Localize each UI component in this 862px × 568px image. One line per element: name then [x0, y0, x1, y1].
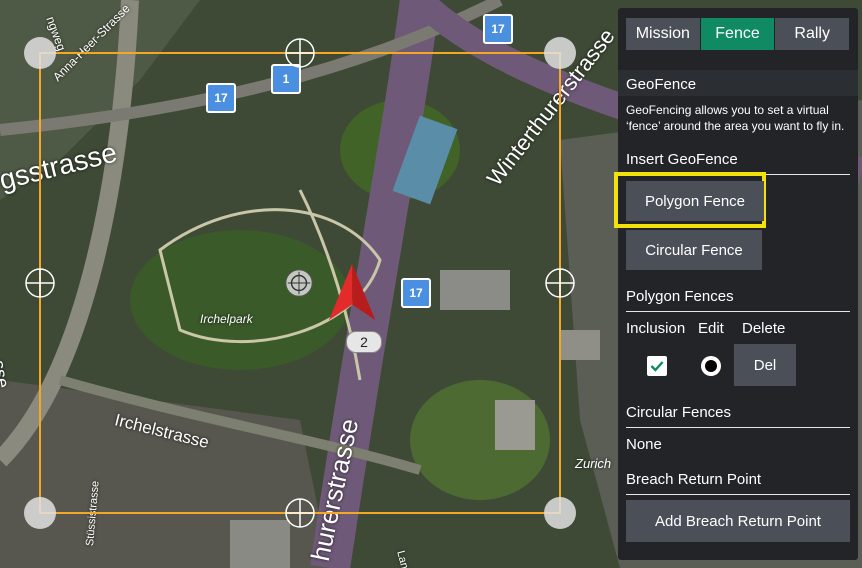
circular-fences-none: None	[626, 436, 662, 453]
fence-vertex-handle[interactable]	[544, 497, 576, 529]
vehicle-id-badge: 2	[346, 331, 382, 353]
inclusion-checkbox[interactable]	[647, 356, 667, 376]
divider	[626, 427, 850, 428]
fence-vertex-handle[interactable]	[24, 497, 56, 529]
vehicle-arrow-icon[interactable]	[325, 262, 387, 324]
delete-fence-button[interactable]: Del	[734, 344, 796, 386]
fence-vertex-handle[interactable]	[24, 37, 56, 69]
fence-vertex-handle[interactable]	[544, 37, 576, 69]
tab-mission[interactable]: Mission	[626, 18, 701, 50]
circular-fences-title: Circular Fences	[626, 404, 732, 421]
breach-return-point-title: Breach Return Point	[626, 471, 762, 488]
column-header-delete: Delete	[742, 320, 786, 337]
road-badge-17: 17	[483, 14, 513, 44]
column-header-edit: Edit	[698, 320, 724, 337]
add-breach-return-point-button[interactable]: Add Breach Return Point	[626, 500, 850, 542]
circular-fence-button[interactable]: Circular Fence	[626, 230, 762, 270]
geofence-title: GeoFence	[626, 76, 697, 93]
fence-split-handle[interactable]	[284, 37, 316, 69]
road-badge-17: 17	[401, 278, 431, 308]
place-label-zurich: Zurich	[575, 456, 612, 471]
column-header-inclusion: Inclusion	[626, 320, 686, 337]
fence-center-drag-icon[interactable]	[284, 268, 314, 298]
polygon-fence-button[interactable]: Polygon Fence	[626, 181, 764, 221]
fence-split-handle[interactable]	[24, 267, 56, 299]
insert-geofence-title: Insert GeoFence	[626, 151, 738, 168]
divider	[626, 494, 850, 495]
geofence-description: GeoFencing allows you to set a virtual ‘…	[626, 103, 845, 133]
checkmark-icon	[650, 361, 664, 372]
park-label-irchelpark: Irchelpark	[200, 312, 253, 326]
fence-split-handle[interactable]	[544, 267, 576, 299]
plan-side-panel: Mission Fence Rally GeoFence GeoFencing …	[614, 8, 858, 560]
fence-split-handle[interactable]	[284, 497, 316, 529]
road-badge-17: 17	[206, 83, 236, 113]
tab-fence[interactable]: Fence	[700, 18, 776, 50]
edit-radio[interactable]	[700, 355, 722, 377]
plan-tabs: Mission Fence Rally	[626, 18, 851, 50]
tab-rally[interactable]: Rally	[775, 18, 851, 50]
polygon-fences-title: Polygon Fences	[626, 288, 734, 305]
divider	[626, 311, 850, 312]
